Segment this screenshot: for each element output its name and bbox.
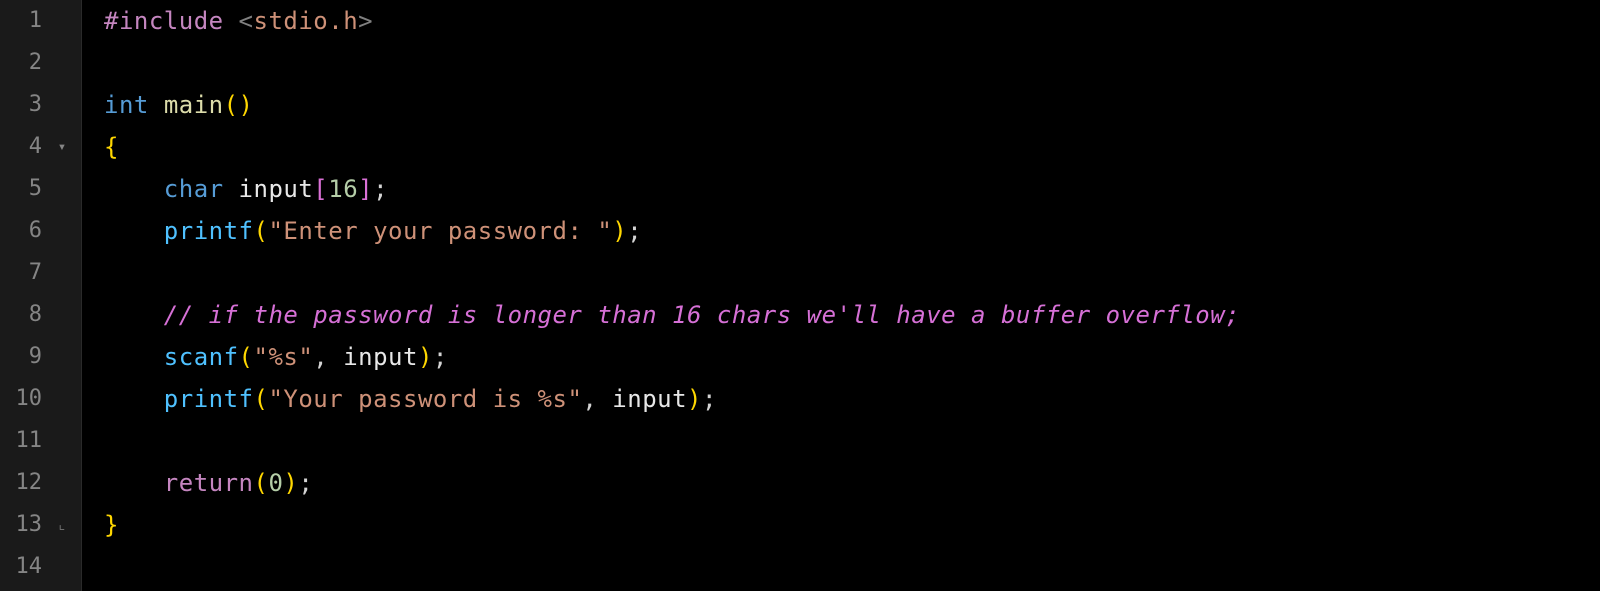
semicolon: ; (298, 469, 313, 497)
parens: () (224, 91, 254, 119)
code-line-4[interactable]: { (104, 126, 1600, 168)
gutter-row[interactable]: 5 (0, 168, 81, 210)
semicolon: ; (702, 385, 717, 413)
gutter-row[interactable]: 11 (0, 420, 81, 462)
code-line-7[interactable] (104, 252, 1600, 294)
identifier: input (612, 385, 687, 413)
line-number: 1 (0, 0, 48, 42)
comment-token: // if the password is longer than 16 cha… (164, 301, 1240, 329)
type-token: int (104, 91, 149, 119)
function-name: main (164, 91, 224, 119)
gutter-row[interactable]: 6 (0, 210, 81, 252)
code-line-5[interactable]: char input[16]; (104, 168, 1600, 210)
brace-token: } (104, 511, 119, 539)
number-literal: 16 (328, 175, 358, 203)
comma-token: , (313, 343, 343, 371)
function-call: printf (164, 217, 254, 245)
gutter-row[interactable]: 7 (0, 252, 81, 294)
preprocessor-token: #include (104, 7, 224, 35)
semicolon: ; (373, 175, 388, 203)
gutter-row[interactable]: 2 (0, 42, 81, 84)
code-line-1[interactable]: #include <stdio.h> (104, 0, 1600, 42)
bracket-token: [ (313, 175, 328, 203)
angle-bracket: > (358, 7, 373, 35)
angle-bracket: < (239, 7, 254, 35)
paren-token: ( (239, 343, 254, 371)
number-literal: 0 (268, 469, 283, 497)
code-line-12[interactable]: return(0); (104, 462, 1600, 504)
paren-token: ( (254, 217, 269, 245)
fold-collapse-icon[interactable]: ▾ (48, 126, 76, 168)
function-call: printf (164, 385, 254, 413)
include-path: stdio.h (254, 7, 359, 35)
paren-token: ) (612, 217, 627, 245)
gutter-row[interactable]: 3 (0, 84, 81, 126)
code-line-3[interactable]: int main() (104, 84, 1600, 126)
line-number: 4 (0, 126, 48, 168)
code-editor[interactable]: #include <stdio.h> int main() { char inp… (82, 0, 1600, 591)
gutter-row[interactable]: 10 (0, 378, 81, 420)
line-number: 5 (0, 168, 48, 210)
return-keyword: return (164, 469, 254, 497)
gutter-row[interactable]: 1 (0, 0, 81, 42)
line-number: 12 (0, 462, 48, 504)
code-line-14[interactable] (104, 546, 1600, 588)
paren-token: ) (687, 385, 702, 413)
identifier: input (239, 175, 314, 203)
string-literal: "Enter your password: " (268, 217, 612, 245)
semicolon: ; (433, 343, 448, 371)
code-line-6[interactable]: printf("Enter your password: "); (104, 210, 1600, 252)
line-gutter: 1 2 3 4 ▾ 5 6 7 8 9 10 11 12 (0, 0, 82, 591)
line-number: 9 (0, 336, 48, 378)
function-call: scanf (164, 343, 239, 371)
paren-token: ) (283, 469, 298, 497)
line-number: 2 (0, 42, 48, 84)
paren-token: ) (418, 343, 433, 371)
comma-token: , (582, 385, 612, 413)
line-number: 13 (0, 504, 48, 546)
code-line-13[interactable]: } (104, 504, 1600, 546)
string-literal: "Your password is %s" (268, 385, 582, 413)
paren-token: ( (254, 385, 269, 413)
line-number: 8 (0, 294, 48, 336)
line-number: 11 (0, 420, 48, 462)
line-number: 14 (0, 546, 48, 588)
identifier: input (343, 343, 418, 371)
brace-token: { (104, 133, 119, 161)
code-line-2[interactable] (104, 42, 1600, 84)
gutter-row[interactable]: 8 (0, 294, 81, 336)
line-number: 6 (0, 210, 48, 252)
code-line-9[interactable]: scanf("%s", input); (104, 336, 1600, 378)
line-number: 10 (0, 378, 48, 420)
semicolon: ; (627, 217, 642, 245)
gutter-row[interactable]: 14 (0, 546, 81, 588)
line-number: 7 (0, 252, 48, 294)
gutter-row[interactable]: 12 (0, 462, 81, 504)
gutter-row[interactable]: 9 (0, 336, 81, 378)
paren-token: ( (254, 469, 269, 497)
bracket-token: ] (358, 175, 373, 203)
gutter-row[interactable]: 13 ⌞ (0, 504, 81, 546)
code-line-8[interactable]: // if the password is longer than 16 cha… (104, 294, 1600, 336)
code-line-11[interactable] (104, 420, 1600, 462)
string-literal: "%s" (254, 343, 314, 371)
fold-end-icon: ⌞ (48, 504, 76, 546)
gutter-row[interactable]: 4 ▾ (0, 126, 81, 168)
type-token: char (164, 175, 224, 203)
line-number: 3 (0, 84, 48, 126)
code-line-10[interactable]: printf("Your password is %s", input); (104, 378, 1600, 420)
